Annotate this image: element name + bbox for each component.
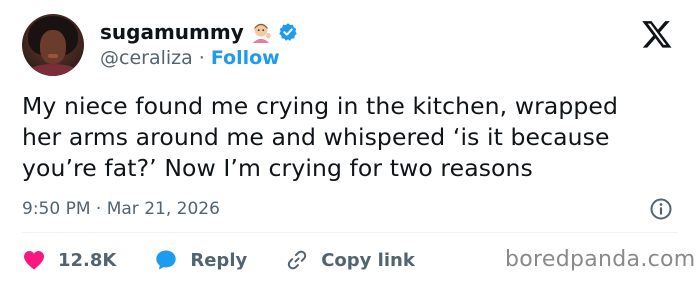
woman-tipping-hand-emoji-icon bbox=[252, 23, 271, 43]
display-name[interactable]: sugamummy bbox=[100, 20, 244, 44]
heart-icon bbox=[24, 251, 44, 270]
author-name-row: sugamummy bbox=[100, 18, 298, 46]
copy-link-label: Copy link bbox=[321, 249, 415, 271]
info-icon[interactable] bbox=[649, 197, 673, 221]
follow-button[interactable]: Follow bbox=[211, 47, 280, 69]
timestamp[interactable]: 9:50 PM · Mar 21, 2026 bbox=[22, 199, 220, 219]
tweet-text-line: My niece found me crying in the kitchen,… bbox=[22, 92, 619, 120]
tweet-text-line: you’re fat?’ Now I’m crying for two reas… bbox=[22, 154, 533, 182]
tweet-text: My niece found me crying in the kitchen,… bbox=[22, 91, 682, 184]
reply-button[interactable]: Reply bbox=[154, 248, 247, 272]
avatar[interactable] bbox=[22, 14, 84, 76]
like-button[interactable]: 12.8K bbox=[22, 248, 116, 272]
reply-label: Reply bbox=[190, 249, 248, 271]
x-logo-icon[interactable] bbox=[640, 18, 674, 50]
handle-row: @ceraliza · Follow bbox=[100, 47, 280, 69]
handle[interactable]: @ceraliza bbox=[100, 47, 193, 69]
separator: · bbox=[198, 47, 205, 69]
watermark: boredpanda.com bbox=[505, 247, 696, 272]
speech-bubble-icon bbox=[156, 250, 177, 270]
action-bar: 12.8K Reply Copy link bbox=[22, 246, 453, 274]
verified-badge-icon bbox=[279, 23, 297, 41]
tweet-text-line: her arms around me and whispered ‘is it … bbox=[22, 123, 610, 151]
divider bbox=[22, 232, 678, 233]
like-count: 12.8K bbox=[58, 249, 117, 271]
link-icon bbox=[288, 250, 307, 270]
copy-link-button[interactable]: Copy link bbox=[285, 248, 415, 272]
